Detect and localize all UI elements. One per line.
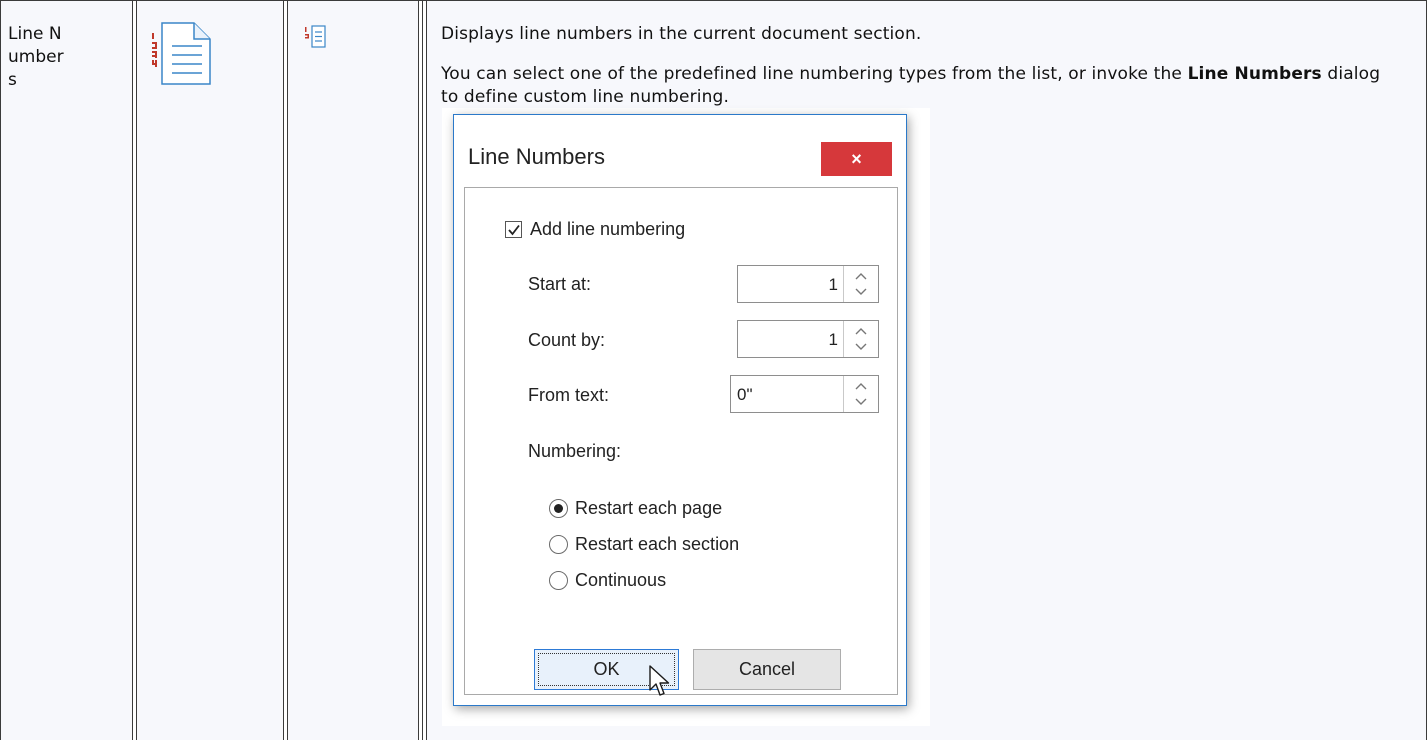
numbering-label: Numbering: [528,441,622,461]
border [132,0,133,740]
continuous-option[interactable]: Continuous [549,570,666,591]
large-icon-cell [137,0,283,740]
add-line-numbering-checkbox-row[interactable]: Add line numbering [505,219,685,240]
count-by-spinner[interactable]: 1 [737,320,879,358]
start-at-value: 1 [828,275,838,294]
from-text-spinner[interactable]: 0" [730,375,879,413]
mouse-pointer-icon [649,665,671,704]
line-numbers-large-icon [150,22,214,86]
border [426,0,427,740]
description-fragment: You can select one of the predefined lin… [441,64,1188,84]
from-text-value: 0" [737,385,753,404]
cancel-button[interactable]: Cancel [693,649,841,690]
border [418,0,419,740]
radio-label: Restart each section [575,534,740,554]
close-icon: × [851,149,862,169]
table-top-border [0,0,1427,1]
description-text: You can select one of the predefined lin… [441,63,1401,109]
chevron-up-down-icon [855,273,867,295]
count-by-value: 1 [828,330,838,349]
add-line-numbering-checkbox[interactable] [505,221,522,238]
border [136,0,137,740]
chevron-up-down-icon [855,383,867,405]
spin-arrows[interactable] [843,321,878,357]
add-line-numbering-label: Add line numbering [530,219,686,239]
restart-each-section-option[interactable]: Restart each section [549,534,739,555]
checkmark-icon [508,224,520,236]
spin-arrows[interactable] [843,266,878,302]
small-icon-cell [288,0,418,740]
dialog-screenshot: Line Numbers × Add line numbering Start … [442,108,930,726]
border [283,0,284,740]
restart-each-page-option[interactable]: Restart each page [549,498,722,519]
radio-label: Continuous [575,570,667,590]
command-name: Line Numbers [8,24,64,90]
start-at-spinner[interactable]: 1 [737,265,879,303]
spin-arrows[interactable] [843,376,878,412]
dialog-body: Add line numbering Start at: 1 Count by: [464,187,898,695]
radio-unselected[interactable] [549,535,568,554]
close-button[interactable]: × [821,142,892,176]
line-numbers-small-icon [304,25,344,49]
cancel-label: Cancel [738,659,796,679]
radio-selected[interactable] [549,499,568,518]
radio-unselected[interactable] [549,571,568,590]
description-text: Displays line numbers in the current doc… [441,24,922,44]
radio-label: Restart each page [575,498,723,518]
count-by-label: Count by: [528,330,606,350]
start-at-label: Start at: [528,274,592,294]
table-row: Line Numbers Displays line numbers in th… [0,0,1427,740]
chevron-up-down-icon [855,328,867,350]
border [287,0,288,740]
name-cell [1,0,132,740]
border [422,0,423,740]
from-text-label: From text: [528,385,610,405]
border [0,0,1,740]
description-bold-term: Line Numbers [1187,64,1322,84]
dialog-title: Line Numbers [468,144,605,169]
line-numbers-dialog: Line Numbers × Add line numbering Start … [453,114,907,706]
